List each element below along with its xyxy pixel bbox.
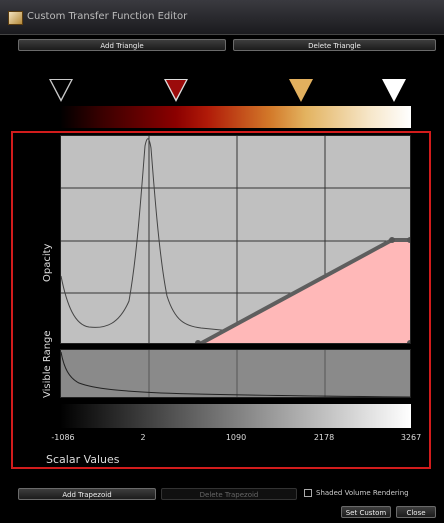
color-marker-dark-red[interactable] [164, 79, 188, 102]
set-custom-button[interactable]: Set Custom [341, 506, 391, 518]
triangle-handle-peak [389, 237, 395, 243]
title-bar: Custom Transfer Function Editor [0, 0, 444, 35]
opacity-axis-label: Opacity [42, 243, 53, 282]
grayscale-gradient-bar [60, 404, 411, 428]
marker-dark-red-fill [166, 80, 186, 99]
tick-label-0: -1086 [51, 433, 75, 442]
visible-range-axis-label: Visible Range [42, 330, 53, 398]
app-icon [8, 11, 23, 25]
opacity-plot[interactable] [60, 135, 411, 344]
visible-range-plot[interactable] [60, 349, 411, 398]
visible-range-curve [61, 351, 410, 397]
window-title: Custom Transfer Function Editor [27, 11, 188, 22]
opacity-triangle [197, 238, 410, 343]
shaded-volume-rendering-label: Shaded Volume Rendering [316, 489, 409, 497]
shaded-volume-rendering-checkbox[interactable] [304, 489, 312, 497]
color-marker-white[interactable] [382, 79, 406, 102]
tick-label-4: 3267 [400, 433, 422, 442]
tick-label-2: 1090 [225, 433, 247, 442]
triangle-handle-left [195, 340, 201, 343]
add-trapezoid-button[interactable]: Add Trapezoid [18, 488, 156, 500]
close-button[interactable]: Close [396, 506, 436, 518]
x-axis-label: Scalar Values [46, 453, 120, 466]
tick-label-1: 2 [140, 433, 146, 442]
opacity-plot-svg [61, 136, 410, 343]
visible-range-svg [61, 350, 410, 397]
tick-label-3: 2178 [313, 433, 335, 442]
delete-trapezoid-button[interactable]: Delete Trapezoid [161, 488, 297, 500]
color-marker-gold[interactable] [289, 79, 313, 102]
color-marker-black[interactable] [49, 79, 73, 102]
color-gradient-bar [60, 106, 411, 128]
marker-black-fill [51, 80, 71, 99]
add-triangle-button[interactable]: Add Triangle [18, 39, 226, 51]
delete-triangle-button[interactable]: Delete Triangle [233, 39, 436, 51]
